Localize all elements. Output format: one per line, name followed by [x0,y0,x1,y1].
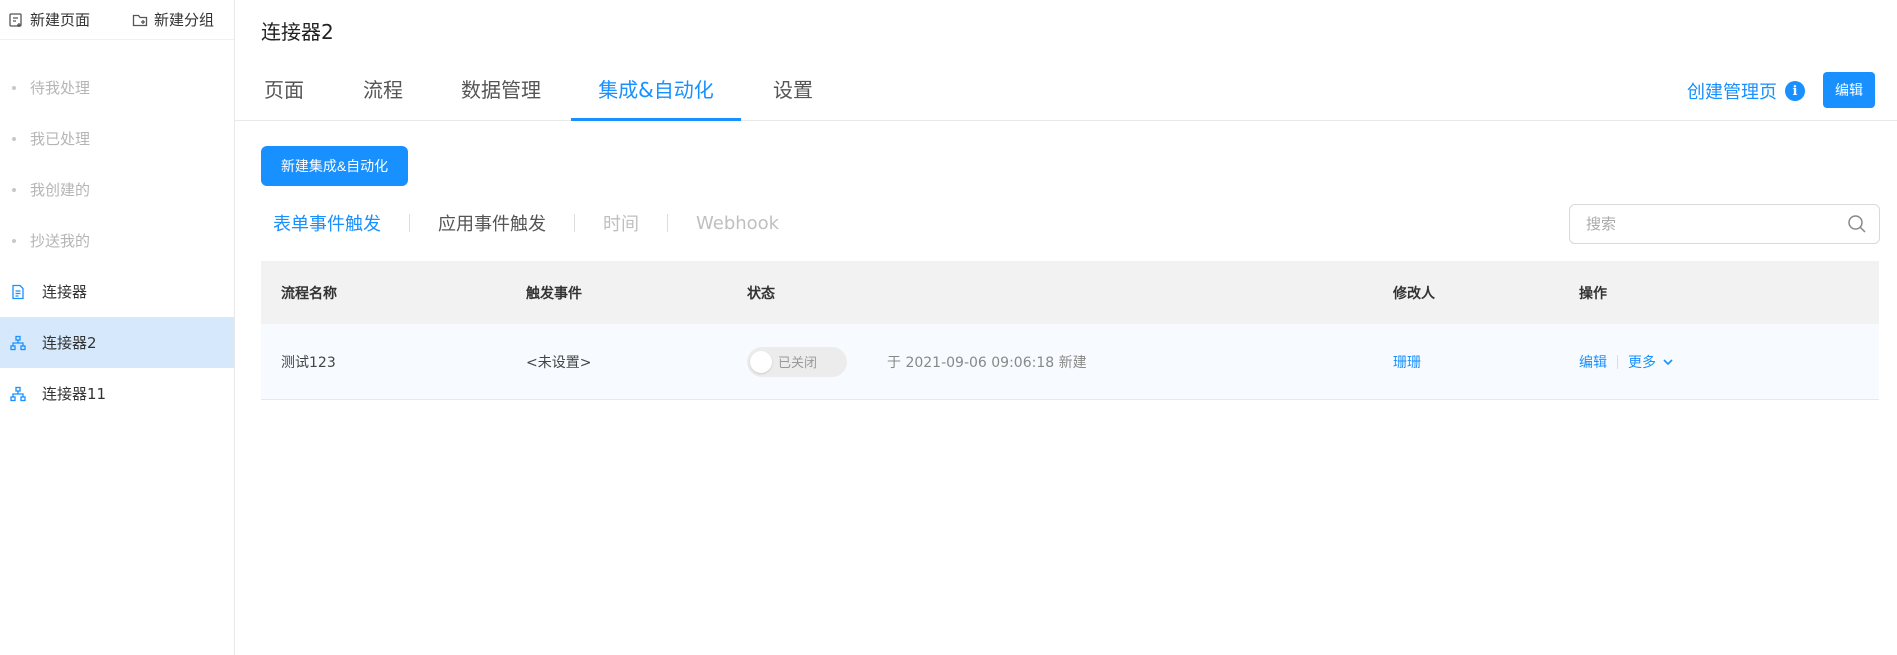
more-label: 更多 [1628,354,1656,371]
row-actions: 编辑 更多 [1579,352,1674,372]
divider [409,214,410,232]
sidebar-item-label: 抄送我的 [30,232,91,250]
bullet-icon [12,136,16,141]
column-header-status: 状态 [747,285,775,302]
create-manage-page-label: 创建管理页 [1687,82,1777,103]
sidebar-toolbar: 新建页面 新建分组 [0,0,234,40]
tab-integration-automation[interactable]: 集成&自动化 [571,72,741,121]
create-manage-page-link[interactable]: 创建管理页 i [1687,78,1805,104]
trigger-type-tabs: 表单事件触发 应用事件触发 时间 Webhook [261,210,791,236]
chevron-down-icon [1662,356,1674,368]
document-icon [10,284,26,300]
bullet-icon [12,187,16,192]
divider [667,214,668,232]
sidebar-item-label: 连接器2 [42,334,97,352]
row-edit-link[interactable]: 编辑 [1579,352,1607,372]
created-timestamp: 于 2021-09-06 09:06:18 新建 [887,354,1087,371]
row-more-dropdown[interactable]: 更多 [1628,352,1674,372]
bullet-icon [12,85,16,90]
sidebar-item-label: 我已处理 [30,130,91,148]
sidebar-item-label: 我创建的 [30,181,91,199]
toggle-knob [750,350,772,373]
modifier-link[interactable]: 珊珊 [1393,352,1421,372]
new-page-label: 新建页面 [30,11,91,29]
sidebar-item-connector11[interactable]: 连接器11 [0,368,234,419]
divider [574,214,575,232]
sidebar-item-label: 连接器 [42,283,88,301]
tab-data-management[interactable]: 数据管理 [457,72,545,121]
search-icon[interactable] [1847,214,1867,234]
new-page-icon [8,12,24,28]
new-folder-icon [132,12,148,28]
search-input[interactable] [1586,215,1847,233]
sidebar-item-label: 连接器11 [42,385,107,403]
sidebar-list: 待我处理 我已处理 我创建的 抄送我的 连接器 连接器2 连接器11 [0,40,234,419]
new-integration-button[interactable]: 新建集成&自动化 [261,146,408,186]
sidebar-item-pending[interactable]: 待我处理 [0,62,234,113]
tab-settings[interactable]: 设置 [769,72,817,121]
sidebar-item-cc[interactable]: 抄送我的 [0,215,234,266]
table-row[interactable]: 测试123 <未设置> 已关闭 于 2021-09-06 09:06:18 新建… [261,324,1879,400]
new-group-button[interactable]: 新建分组 [132,9,214,30]
flow-name: 测试123 [281,354,336,371]
tab-bar: 页面 流程 数据管理 集成&自动化 设置 [235,72,1897,121]
subtab-webhook[interactable]: Webhook [684,213,791,234]
flow-icon [10,386,26,402]
divider [1617,354,1618,369]
column-header-name: 流程名称 [281,285,337,302]
main-content: 连接器2 页面 流程 数据管理 集成&自动化 设置 创建管理页 i 编辑 新建集… [235,0,1897,655]
info-icon[interactable]: i [1785,81,1805,101]
status-toggle[interactable]: 已关闭 [747,346,847,377]
sidebar-item-created[interactable]: 我创建的 [0,164,234,215]
subtab-form-event[interactable]: 表单事件触发 [261,210,393,236]
column-header-modifier: 修改人 [1393,285,1435,302]
column-header-trigger: 触发事件 [526,285,582,302]
tab-pages[interactable]: 页面 [260,72,308,121]
search-box [1569,204,1880,244]
bullet-icon [12,238,16,243]
page-title: 连接器2 [261,20,334,44]
column-header-actions: 操作 [1579,285,1607,302]
sidebar-item-connector2[interactable]: 连接器2 [0,317,234,368]
sidebar-item-connector[interactable]: 连接器 [0,266,234,317]
flow-icon [10,335,26,351]
subtab-time[interactable]: 时间 [591,210,651,236]
edit-button[interactable]: 编辑 [1823,72,1875,108]
tab-flow[interactable]: 流程 [359,72,407,121]
sidebar-item-processed[interactable]: 我已处理 [0,113,234,164]
new-group-label: 新建分组 [153,11,214,29]
sidebar: 新建页面 新建分组 待我处理 我已处理 我创建的 抄送我的 连接器 连接器2 连… [0,0,235,655]
new-page-button[interactable]: 新建页面 [8,9,90,30]
table-header: 流程名称 触发事件 状态 修改人 操作 [261,261,1879,324]
status-label: 已关闭 [778,356,818,371]
sidebar-item-label: 待我处理 [30,79,91,97]
subtab-app-event[interactable]: 应用事件触发 [426,210,558,236]
flow-table: 流程名称 触发事件 状态 修改人 操作 测试123 <未设置> 已关闭 于 20… [261,261,1879,400]
trigger-event: <未设置> [526,354,592,371]
